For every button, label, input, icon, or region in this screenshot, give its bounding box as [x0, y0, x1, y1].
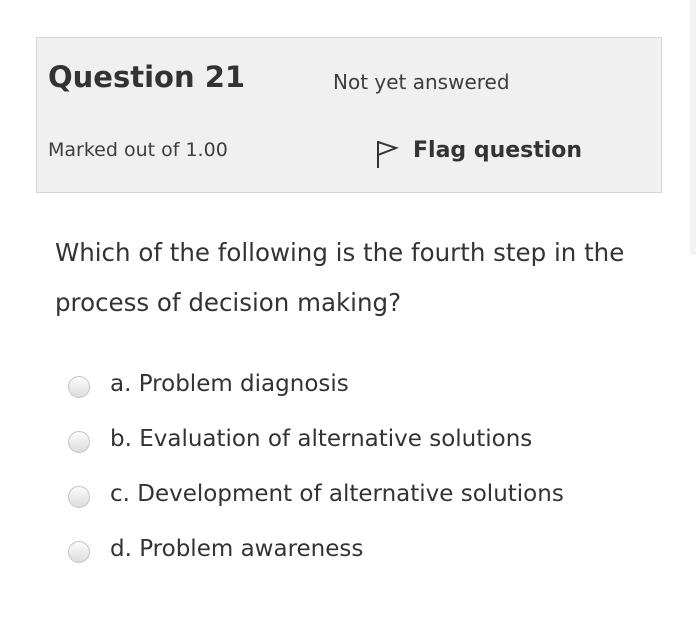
scrollbar-track	[690, 0, 696, 255]
radio-button[interactable]	[68, 430, 90, 453]
quiz-page: Question 21 Not yet answered Marked out …	[0, 0, 700, 635]
answer-label: a. Problem diagnosis	[110, 370, 349, 397]
radio-button[interactable]	[68, 375, 90, 398]
question-text: Which of the following is the fourth ste…	[55, 238, 625, 317]
flag-outline-icon	[377, 141, 399, 168]
question-number: Question 21	[48, 60, 246, 94]
answer-label: d. Problem awareness	[110, 535, 364, 562]
flag-question-button[interactable]: Flag question	[375, 132, 582, 168]
question-info-panel: Question 21 Not yet answered Marked out …	[36, 37, 662, 193]
flag-question-label: Flag question	[413, 137, 583, 163]
radio-button[interactable]	[68, 540, 90, 563]
answer-option-a[interactable]: a. Problem diagnosis	[68, 356, 564, 411]
answer-option-c[interactable]: c. Development of alternative solutions	[68, 466, 564, 521]
answer-label: c. Development of alternative solutions	[110, 480, 564, 507]
radio-button[interactable]	[68, 485, 90, 508]
answer-option-d[interactable]: d. Problem awareness	[68, 521, 564, 576]
answer-options: a. Problem diagnosis b. Evaluation of al…	[68, 356, 564, 576]
question-marks: Marked out of 1.00	[48, 139, 228, 161]
answer-option-b[interactable]: b. Evaluation of alternative solutions	[68, 411, 564, 466]
answer-label: b. Evaluation of alternative solutions	[110, 425, 533, 452]
answer-status: Not yet answered	[333, 70, 510, 94]
